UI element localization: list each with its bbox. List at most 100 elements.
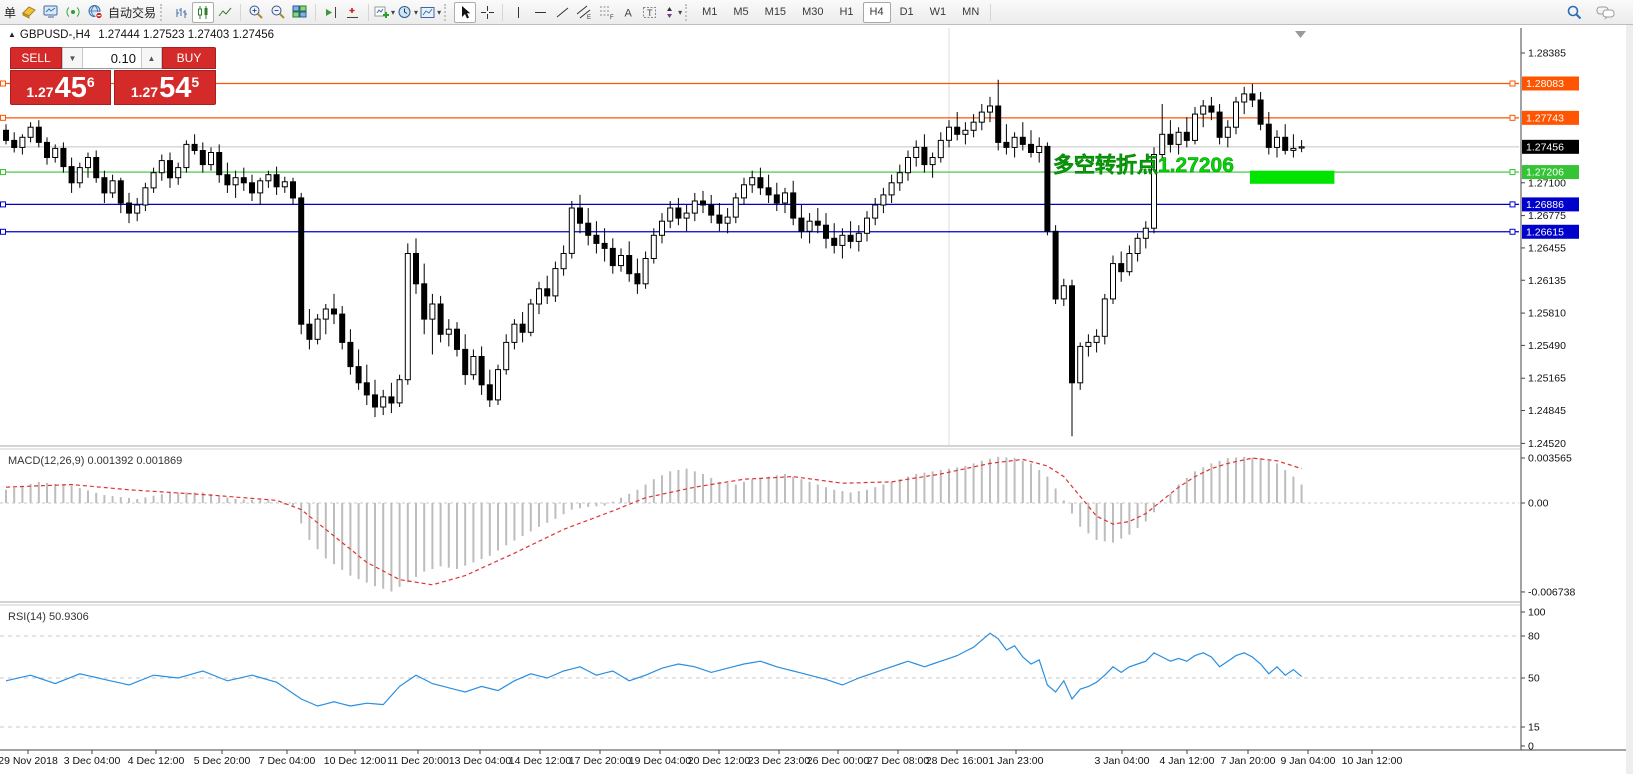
channel-button[interactable]: E bbox=[573, 2, 595, 23]
line-anchor-marker[interactable] bbox=[1, 229, 6, 234]
candle bbox=[184, 144, 189, 167]
buy-price-big: 54 bbox=[159, 76, 191, 102]
candle bbox=[668, 208, 673, 221]
candle bbox=[791, 193, 796, 218]
candle bbox=[1094, 336, 1099, 342]
candle bbox=[274, 175, 279, 187]
candle bbox=[69, 167, 74, 183]
chat-button[interactable] bbox=[1595, 2, 1617, 23]
rsi-line bbox=[6, 633, 1302, 706]
text-label-button[interactable]: T bbox=[639, 2, 661, 23]
chat-icon bbox=[1596, 4, 1616, 21]
new-order-button[interactable] bbox=[18, 2, 40, 23]
autotrading-button[interactable] bbox=[84, 2, 106, 23]
collapse-arrow-icon[interactable]: ▲ bbox=[8, 30, 16, 39]
buy-price-prefix: 1.27 bbox=[131, 85, 158, 99]
zoom-out-button[interactable] bbox=[267, 2, 289, 23]
candle bbox=[28, 127, 33, 137]
fibonacci-button[interactable]: F bbox=[595, 2, 617, 23]
timeframe-m30-button[interactable]: M30 bbox=[795, 2, 830, 23]
candle bbox=[832, 238, 837, 245]
timeframe-d1-button[interactable]: D1 bbox=[893, 2, 921, 23]
line-anchor-marker[interactable] bbox=[1, 170, 6, 175]
timeframe-m5-button[interactable]: M5 bbox=[726, 2, 755, 23]
templates-button[interactable]: ▾ bbox=[419, 2, 442, 23]
timeframe-w1-button[interactable]: W1 bbox=[923, 2, 954, 23]
terminal-icon bbox=[43, 4, 59, 20]
line-anchor-marker[interactable] bbox=[1, 202, 6, 207]
timeframe-h1-button[interactable]: H1 bbox=[832, 2, 860, 23]
volume-increase-button[interactable]: ▲ bbox=[141, 48, 162, 68]
candle bbox=[537, 289, 542, 304]
terminal-button[interactable] bbox=[40, 2, 62, 23]
chart-bars-button[interactable] bbox=[170, 2, 192, 23]
price-axis-area[interactable] bbox=[1520, 26, 1633, 774]
timeframe-m1-button[interactable]: M1 bbox=[695, 2, 724, 23]
text-button[interactable]: A bbox=[617, 2, 639, 23]
buy-price-display[interactable]: 1.27545 bbox=[114, 70, 216, 105]
buy-button[interactable]: BUY bbox=[162, 47, 216, 69]
candle bbox=[955, 127, 960, 134]
line-anchor-marker[interactable] bbox=[1510, 115, 1515, 120]
line-anchor-marker[interactable] bbox=[1, 115, 6, 120]
candle bbox=[45, 142, 50, 157]
crosshair-button[interactable] bbox=[476, 2, 498, 23]
line-anchor-marker[interactable] bbox=[1510, 170, 1515, 175]
time-tick-label: 29 Nov 2018 bbox=[0, 755, 58, 767]
svg-text:F: F bbox=[610, 15, 614, 20]
autotrading-label[interactable]: 自动交易 bbox=[108, 4, 156, 21]
horizontal-line-button[interactable] bbox=[529, 2, 551, 23]
candle bbox=[889, 183, 894, 195]
zoom-in-icon bbox=[248, 4, 264, 20]
pivot-annotation-text[interactable]: 多空转折点1.27206 bbox=[1053, 153, 1234, 177]
price-tag-label: 1.27456 bbox=[1526, 141, 1564, 153]
candle bbox=[578, 208, 583, 223]
candle bbox=[438, 304, 443, 334]
price-tick-label: 1.28385 bbox=[1528, 48, 1566, 60]
candle bbox=[996, 106, 1001, 142]
candle bbox=[299, 198, 304, 324]
signal-button[interactable] bbox=[62, 2, 84, 23]
chart-candles-button[interactable] bbox=[192, 2, 214, 23]
auto-scroll-icon bbox=[345, 5, 361, 20]
trendline-button[interactable] bbox=[551, 2, 573, 23]
timeframe-mn-button[interactable]: MN bbox=[955, 2, 986, 23]
volume-decrease-button[interactable]: ▼ bbox=[62, 48, 83, 68]
add-indicator-button[interactable]: ▾ bbox=[373, 2, 396, 23]
line-anchor-marker[interactable] bbox=[1510, 202, 1515, 207]
timeframe-h4-button[interactable]: H4 bbox=[863, 2, 891, 23]
candle bbox=[110, 181, 115, 193]
chart-line-button[interactable] bbox=[214, 2, 236, 23]
candle bbox=[1029, 144, 1034, 152]
candle bbox=[414, 254, 419, 284]
toolbar-grip bbox=[685, 4, 692, 21]
candle bbox=[209, 153, 214, 165]
toolbar-grip bbox=[444, 4, 451, 21]
vertical-line-button[interactable] bbox=[507, 2, 529, 23]
candle bbox=[971, 122, 976, 130]
search-button[interactable] bbox=[1563, 2, 1585, 23]
arrows-button[interactable]: ▾ bbox=[661, 2, 683, 23]
line-anchor-marker[interactable] bbox=[1, 81, 6, 86]
chart-shift-button[interactable] bbox=[320, 2, 342, 23]
chart-surface[interactable]: 多空转折点1.27206MACD(12,26,9) 0.001392 0.001… bbox=[0, 0, 1633, 774]
pivot-zone-rect[interactable] bbox=[1250, 171, 1334, 184]
line-anchor-marker[interactable] bbox=[1510, 229, 1515, 234]
toolbar-separator bbox=[368, 4, 369, 21]
candle bbox=[1143, 228, 1148, 238]
candle bbox=[1070, 286, 1075, 383]
candle bbox=[676, 208, 681, 218]
line-anchor-marker[interactable] bbox=[1510, 81, 1515, 86]
chart-shift-marker[interactable] bbox=[1295, 31, 1306, 38]
mt4-window: 单 自动交易 ▾ ▾ ▾ E F A T ▾ M1M5M15M30H1H4D1W bbox=[0, 0, 1633, 774]
zoom-in-button[interactable] bbox=[245, 2, 267, 23]
cursor-button[interactable] bbox=[454, 2, 476, 23]
periods-button[interactable]: ▾ bbox=[396, 2, 419, 23]
volume-input[interactable]: 0.10 bbox=[83, 48, 141, 68]
sell-price-display[interactable]: 1.27456 bbox=[10, 70, 111, 105]
sell-button[interactable]: SELL bbox=[10, 47, 62, 69]
timeframe-m15-button[interactable]: M15 bbox=[758, 2, 793, 23]
new-order-button-label[interactable]: 单 bbox=[4, 4, 16, 21]
auto-scroll-button[interactable] bbox=[342, 2, 364, 23]
tile-windows-button[interactable] bbox=[289, 2, 311, 23]
